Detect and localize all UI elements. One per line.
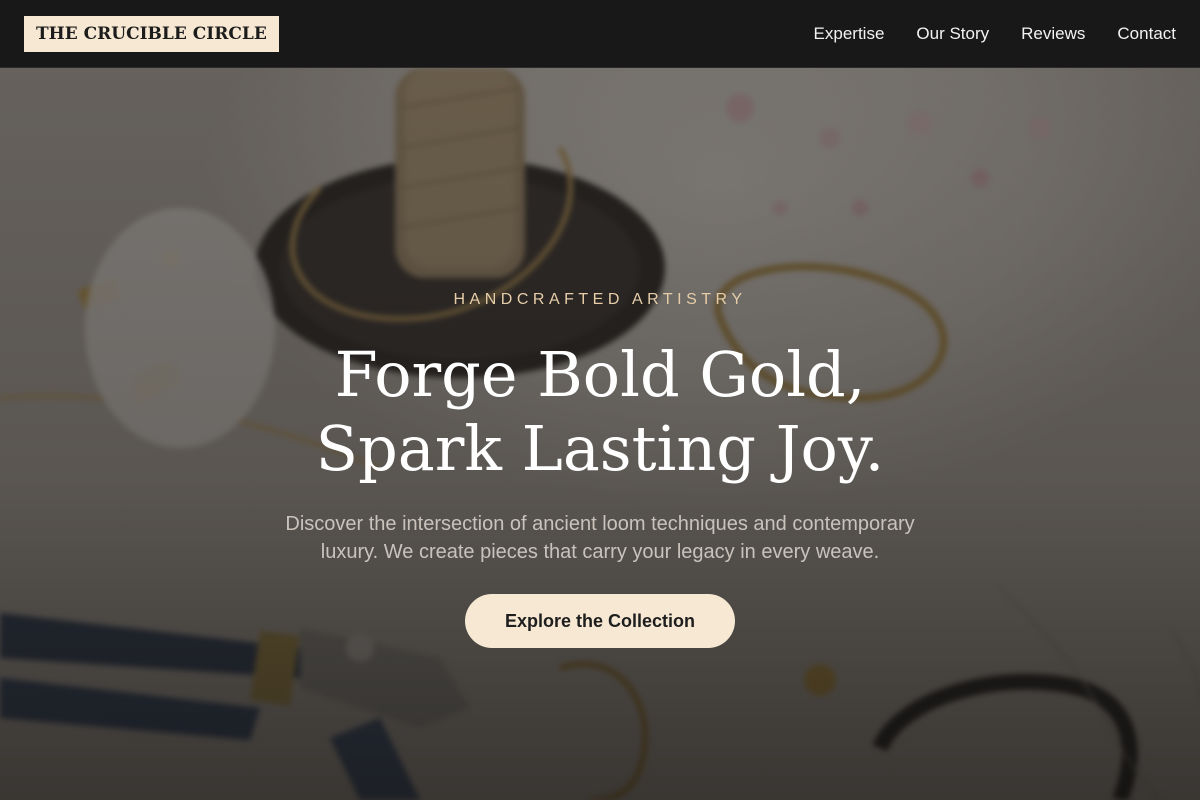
hero-section: HANDCRAFTED ARTISTRY Forge Bold Gold, Sp… bbox=[0, 68, 1200, 800]
hero-eyebrow: HANDCRAFTED ARTISTRY bbox=[453, 291, 747, 308]
top-navbar: THE CRUCIBLE CIRCLE Expertise Our Story … bbox=[0, 0, 1200, 68]
hero-headline-line-2: Spark Lasting Joy. bbox=[315, 412, 885, 485]
main-nav: Expertise Our Story Reviews Contact bbox=[814, 0, 1176, 68]
hero-headline-line-1: Forge Bold Gold, bbox=[334, 338, 866, 411]
nav-link-expertise[interactable]: Expertise bbox=[814, 24, 885, 44]
brand-logo[interactable]: THE CRUCIBLE CIRCLE bbox=[24, 16, 279, 52]
nav-link-our-story[interactable]: Our Story bbox=[916, 24, 989, 44]
hero-headline: Forge Bold Gold, Spark Lasting Joy. bbox=[220, 338, 980, 486]
hero-subtext: Discover the intersection of ancient loo… bbox=[285, 513, 915, 563]
nav-link-reviews[interactable]: Reviews bbox=[1021, 24, 1085, 44]
explore-collection-button[interactable]: Explore the Collection bbox=[464, 594, 736, 648]
nav-link-contact[interactable]: Contact bbox=[1117, 24, 1176, 44]
landing-page: THE CRUCIBLE CIRCLE Expertise Our Story … bbox=[0, 0, 1200, 800]
hero-content: HANDCRAFTED ARTISTRY Forge Bold Gold, Sp… bbox=[0, 288, 1200, 648]
